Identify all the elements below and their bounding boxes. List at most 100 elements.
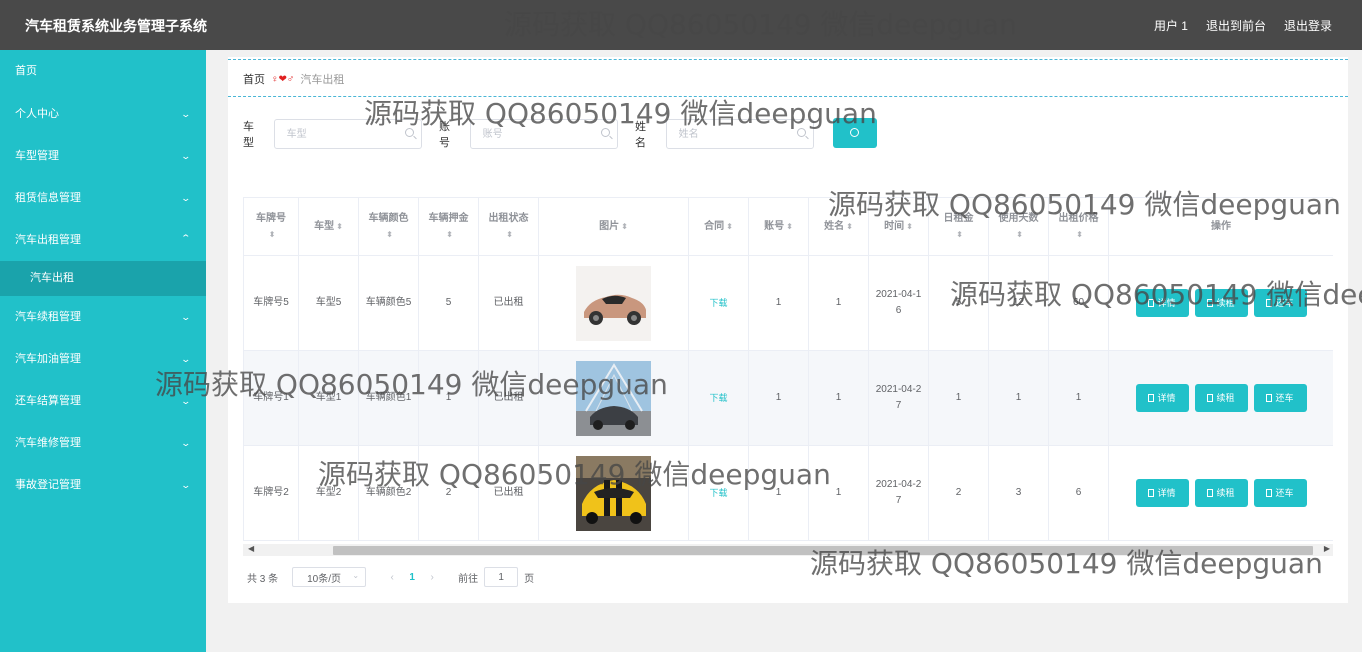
search-button[interactable]	[833, 118, 877, 148]
return-button[interactable]: 还车	[1253, 384, 1307, 412]
breadcrumb-home[interactable]: 首页	[243, 71, 265, 87]
cell-days: 12	[988, 255, 1049, 351]
download-link[interactable]: 下载	[709, 298, 727, 308]
column-header[interactable]: 出租状态 ⬍	[478, 197, 539, 256]
car-type-field: 车型	[243, 118, 422, 150]
renew-button[interactable]: 续租	[1194, 384, 1248, 412]
sidebar-item-home[interactable]: 首页	[0, 50, 206, 93]
logout-link[interactable]: 退出登录	[1284, 17, 1332, 34]
user-menu[interactable]: 用户 1	[1154, 17, 1188, 34]
sort-icon[interactable]: ⬍	[506, 227, 513, 243]
sidebar-item-label: 汽车加油管理	[15, 353, 81, 365]
main-content: 首页 ♀❤♂ 汽车出租 车型 账号 姓名	[228, 57, 1348, 603]
sidebar-item-label: 租赁信息管理	[15, 192, 81, 204]
car-photo[interactable]	[576, 265, 651, 341]
sidebar-item-label: 还车结算管理	[15, 395, 81, 407]
next-page-button[interactable]: ›	[420, 572, 444, 583]
column-header[interactable]: 车辆押金 ⬍	[418, 197, 479, 256]
detail-button[interactable]: 详情	[1135, 289, 1189, 317]
column-header[interactable]: 车型 ⬍	[298, 197, 359, 256]
sidebar-subitem-car-rental[interactable]: 汽车出租	[0, 261, 206, 296]
sidebar-item-car-rental[interactable]: 汽车出租管理 ⌃	[0, 219, 206, 261]
sort-icon[interactable]: ⬍	[336, 219, 343, 235]
prev-page-button[interactable]: ‹	[380, 572, 404, 583]
column-header[interactable]: 日租金 ⬍	[928, 197, 989, 256]
table-row: 车牌号5 车型5 车辆颜色5 5 已出租 下载 1 1 2021-04-16 5…	[243, 255, 1333, 351]
scrollbar-thumb[interactable]	[333, 546, 1313, 555]
name-input[interactable]	[678, 120, 809, 148]
search-icon	[601, 128, 610, 137]
document-icon	[1148, 394, 1155, 402]
name-label: 姓名	[635, 121, 646, 149]
sidebar-item-label: 个人中心	[15, 108, 59, 120]
scroll-left-icon[interactable]: ◀	[248, 544, 254, 553]
column-header[interactable]: 账号 ⬍	[748, 197, 809, 256]
sidebar-item-label: 车型管理	[15, 150, 59, 162]
table-row: 车牌号2 车型2 车辆颜色2 2 已出租 下载 1 1 2021-04-27 2…	[243, 445, 1333, 541]
renew-button[interactable]: 续租	[1194, 289, 1248, 317]
car-photo[interactable]	[576, 455, 651, 531]
sidebar-item-personal-center[interactable]: 个人中心 ⌄	[0, 93, 206, 135]
column-header[interactable]: 出租价格 ⬍	[1048, 197, 1109, 256]
sort-icon[interactable]: ⬍	[269, 227, 276, 243]
horizontal-scrollbar[interactable]: ◀ ▶	[243, 544, 1333, 556]
return-button[interactable]: 还车	[1253, 479, 1307, 507]
car-type-input-wrap	[273, 119, 422, 149]
return-button[interactable]: 还车	[1253, 289, 1307, 317]
sort-icon[interactable]: ⬍	[1076, 227, 1083, 243]
column-header[interactable]: 时间 ⬍	[868, 197, 929, 256]
breadcrumb-current: 汽车出租	[300, 74, 345, 86]
cell-price: 1	[1048, 350, 1109, 446]
column-header[interactable]: 使用天数 ⬍	[988, 197, 1049, 256]
document-icon	[1266, 489, 1273, 497]
scroll-right-icon[interactable]: ▶	[1324, 544, 1330, 553]
sort-icon[interactable]: ⬍	[446, 227, 453, 243]
goto-page-input[interactable]	[484, 567, 519, 587]
cell-color: 车辆颜色2	[358, 445, 419, 541]
column-header[interactable]: 合同 ⬍	[688, 197, 749, 256]
cell-account: 1	[748, 445, 809, 541]
sort-icon[interactable]: ⬍	[621, 219, 628, 235]
column-header-label: 使用天数	[998, 212, 1039, 224]
car-photo[interactable]	[576, 360, 651, 436]
column-header[interactable]: 车辆颜色 ⬍	[358, 197, 419, 256]
sort-icon[interactable]: ⬍	[906, 219, 913, 235]
chevron-down-icon: ⌄	[352, 571, 360, 580]
column-header-label: 车牌号	[256, 212, 286, 224]
back-to-front-link[interactable]: 退出到前台	[1206, 17, 1266, 34]
sort-icon[interactable]: ⬍	[1016, 227, 1023, 243]
sidebar-item-return-settlement[interactable]: 还车结算管理 ⌄	[0, 380, 206, 422]
sidebar-item-repair[interactable]: 汽车维修管理 ⌄	[0, 422, 206, 464]
sidebar-item-renewal[interactable]: 汽车续租管理 ⌄	[0, 296, 206, 338]
account-field: 账号	[439, 118, 618, 150]
download-link[interactable]: 下载	[709, 393, 727, 403]
sort-icon[interactable]: ⬍	[846, 219, 853, 235]
column-header[interactable]: 图片 ⬍	[538, 197, 689, 256]
renew-button[interactable]: 续租	[1194, 479, 1248, 507]
column-header[interactable]: 姓名 ⬍	[808, 197, 869, 256]
sidebar-item-refuel[interactable]: 汽车加油管理 ⌄	[0, 338, 206, 380]
sort-icon[interactable]: ⬍	[956, 227, 963, 243]
cell-plate: 车牌号2	[243, 445, 299, 541]
sidebar-item-rental-info[interactable]: 租赁信息管理 ⌄	[0, 177, 206, 219]
cell-deposit: 1	[418, 350, 479, 446]
detail-button[interactable]: 详情	[1135, 384, 1189, 412]
detail-button[interactable]: 详情	[1135, 479, 1189, 507]
cell-daily-rent: 2	[928, 445, 989, 541]
sidebar-item-accident[interactable]: 事故登记管理 ⌄	[0, 464, 206, 506]
page-size-select[interactable]: 10条/页 ⌄	[292, 567, 367, 587]
download-link[interactable]: 下载	[709, 488, 727, 498]
cell-deposit: 2	[418, 445, 479, 541]
car-type-input[interactable]	[286, 120, 417, 148]
account-input[interactable]	[482, 120, 613, 148]
page-number[interactable]: 1	[404, 572, 420, 583]
sidebar-item-label: 汽车续租管理	[15, 311, 81, 323]
document-icon	[1266, 394, 1273, 402]
return-button-label: 还车	[1275, 298, 1294, 308]
column-header[interactable]: 车牌号 ⬍	[243, 197, 299, 256]
sort-icon[interactable]: ⬍	[386, 227, 393, 243]
cell-plate: 车牌号1	[243, 350, 299, 446]
sort-icon[interactable]: ⬍	[786, 219, 793, 235]
sort-icon[interactable]: ⬍	[726, 219, 733, 235]
sidebar-item-car-type[interactable]: 车型管理 ⌄	[0, 135, 206, 177]
